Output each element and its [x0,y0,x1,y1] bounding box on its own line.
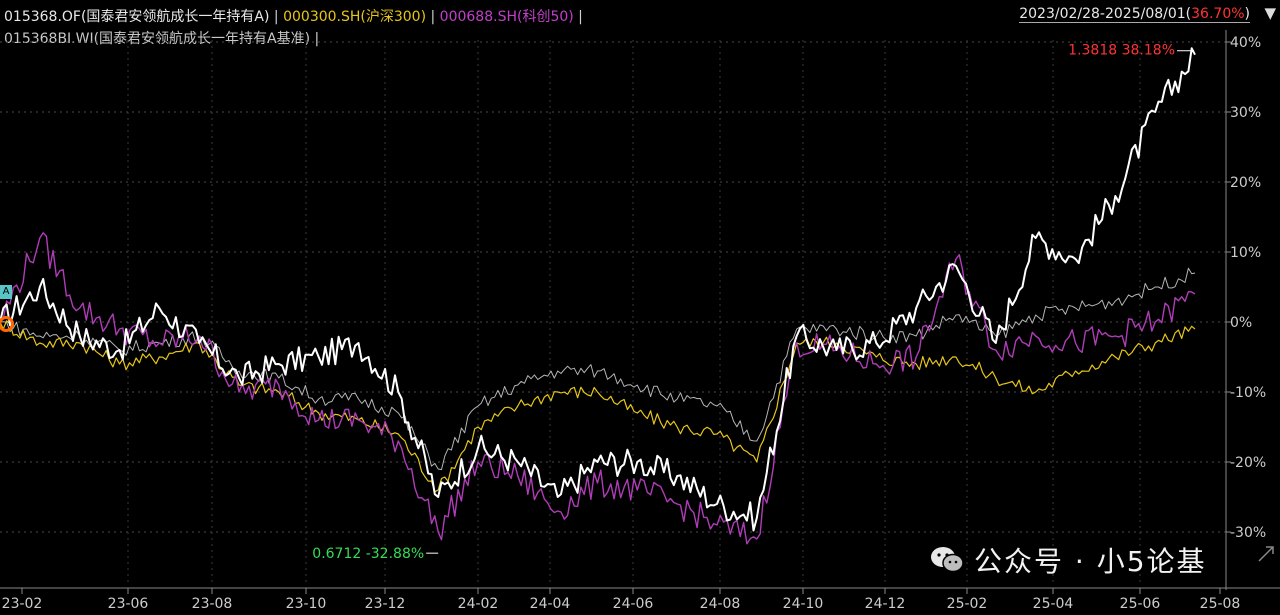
x-tick-label: 25-08 [1200,596,1241,612]
x-tick-label: 25-04 [1033,596,1074,612]
x-tick-label: 25-06 [1120,596,1161,612]
x-tick-label: 24-10 [783,596,824,612]
x-tick-label: 24-04 [530,596,571,612]
wechat-icon [931,547,964,573]
axes: 40% 30% 20% 10% 0% -10% -20% -30% 23-02 23-06 23-0… [0,30,1280,612]
watermark-text: 公众号 · 小5论基 [974,545,1207,578]
y-tick-label: 20% [1230,175,1261,191]
x-tick-label: 24-02 [458,596,499,612]
expand-icon[interactable] [1256,544,1276,564]
y-tick-label: -20% [1230,455,1266,471]
series-fund-line [0,47,1196,532]
x-tick-label: 24-08 [700,596,741,612]
max-label: 1.3818 38.18% [1068,43,1175,59]
min-label: 0.6712 -32.88% [312,546,424,562]
y-tick-label: 10% [1230,245,1261,261]
x-tick-label: 25-02 [947,596,988,612]
y-tick-label: 30% [1230,105,1261,121]
grid [0,40,1226,585]
x-tick-label: 23-02 [2,596,43,612]
x-tick-label: 23-06 [108,596,149,612]
x-tick-label: 23-12 [365,596,406,612]
x-tick-label: 24-06 [613,596,654,612]
x-tick-label: 23-08 [192,596,233,612]
y-tick-label: -10% [1230,385,1266,401]
y-tick-label: 40% [1230,35,1261,51]
line-chart: 40% 30% 20% 10% 0% -10% -20% -30% 23-02 23-06 23-0… [0,30,1280,612]
x-tick-label: 23-10 [286,596,327,612]
watermark: 公众号 · 小5论基 [930,540,1207,580]
y-tick-label: 0% [1230,315,1252,331]
series-star50-line [0,232,1196,545]
series-flag[interactable]: A [0,285,12,299]
x-tick-label: 24-12 [865,596,906,612]
series-lines [0,47,1196,545]
y-tick-label: -30% [1230,525,1266,541]
